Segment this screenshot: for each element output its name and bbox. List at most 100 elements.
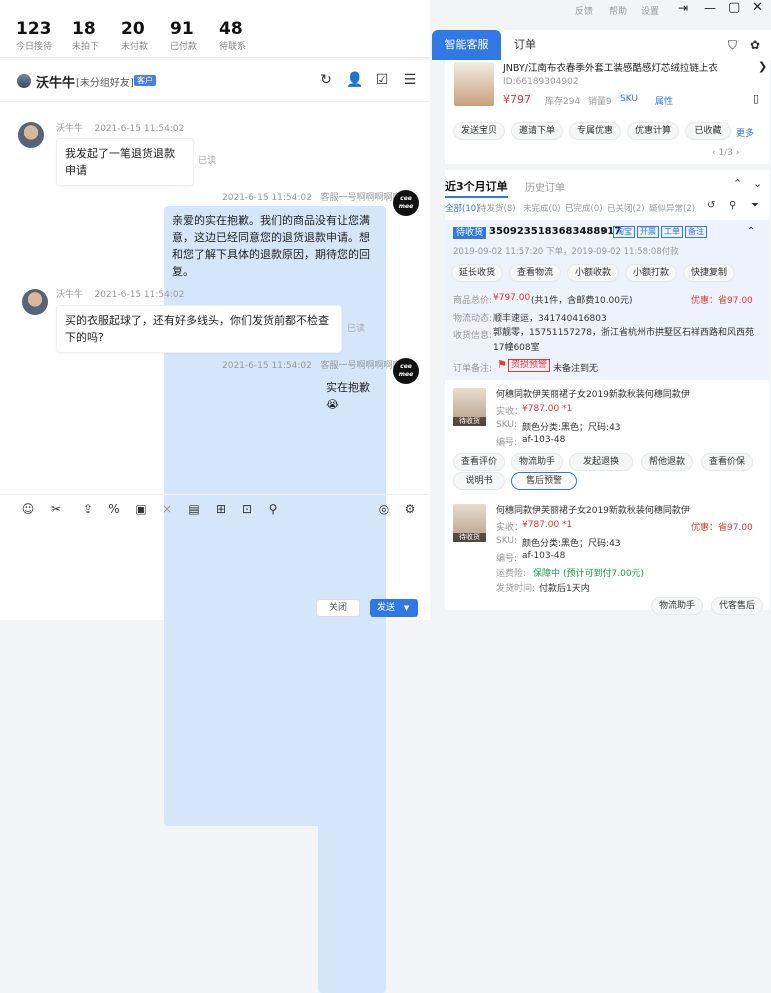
product-title[interactable]: JNBY/江南布衣春季外套工装感酷感灯芯绒拉链上衣 xyxy=(503,60,718,74)
scissors-icon[interactable]: ✂ xyxy=(48,501,64,517)
mobile-icon[interactable]: ▯ xyxy=(753,92,759,105)
filter-complete[interactable]: 已完成(0) xyxy=(565,202,603,214)
shield-icon[interactable]: ⛉ xyxy=(728,38,737,53)
product-stock: 库存294 xyxy=(545,97,581,107)
stat-unordered[interactable]: 18 未拍下 xyxy=(72,20,99,52)
stat-unpaid[interactable]: 20 未付款 xyxy=(121,20,148,52)
pin-icon[interactable]: ⇥ xyxy=(678,1,688,15)
stat-label: 未拍下 xyxy=(72,42,100,52)
quick-reply-icon[interactable]: ▤ xyxy=(186,501,202,517)
product-price: ¥797 xyxy=(503,93,531,106)
image-icon[interactable]: ▣ xyxy=(133,501,149,517)
tag-ticket: 工单 xyxy=(661,226,683,238)
chevron-down-icon[interactable]: ▼ xyxy=(404,604,409,612)
item-price: ¥787.00 *1 xyxy=(522,404,573,414)
product-image[interactable] xyxy=(454,62,494,106)
read-status: 已读 xyxy=(347,324,366,334)
item-sku-label: SKU: xyxy=(496,420,517,430)
agent-after-sale-button[interactable]: 代客售后 xyxy=(711,597,763,615)
filter-incomplete[interactable]: 未完成(0) xyxy=(523,202,561,214)
address-value[interactable]: 郭靓零，15751157278，浙江省杭州市拱墅区石祥西路和风西苑17幢608室 xyxy=(493,326,757,356)
tab-recent-orders[interactable]: 近3个月订单 xyxy=(445,178,508,198)
logistics-value[interactable]: 顺丰速运，341740416803 xyxy=(493,311,607,324)
order-status-badge: 待收货 xyxy=(453,227,487,239)
product-sales: 销量9 xyxy=(588,97,612,107)
message-bubble: 实在抱歉😭 xyxy=(318,373,386,993)
filter-closed[interactable]: 已关闭(2) xyxy=(607,202,645,214)
help-link[interactable]: 帮助 xyxy=(609,4,627,17)
item-image[interactable]: 待收货 xyxy=(453,504,486,542)
logistics-helper-button[interactable]: 物流助手 xyxy=(651,597,703,615)
close-button[interactable]: 关闭 xyxy=(316,599,360,617)
product-card: JNBY/江南布衣春季外套工装感酷感灯芯绒拉链上衣 ❯ ID:661893049… xyxy=(445,60,769,164)
stat-paid[interactable]: 91 已付款 xyxy=(170,20,197,52)
maximize-icon[interactable]: ▢ xyxy=(728,0,740,15)
history-icon[interactable]: ↻ xyxy=(318,72,334,88)
tab-history-orders[interactable]: 历史订单 xyxy=(525,179,565,194)
settings-link[interactable]: 设置 xyxy=(641,4,659,17)
gift-icon[interactable]: ⊡ xyxy=(239,501,255,517)
compass-icon[interactable]: ◎ xyxy=(376,501,392,517)
search-user-icon[interactable]: ⚲ xyxy=(265,501,281,517)
send-button[interactable]: 发送 ▼ xyxy=(370,599,418,617)
view-review-button[interactable]: 查看评价 xyxy=(453,453,505,471)
search-icon[interactable]: ⚲ xyxy=(729,200,736,211)
item-name[interactable]: 何穗同款伊芙丽裙子女2019新款秋装何穗同款伊 xyxy=(496,387,690,400)
attr-dropdown[interactable]: 属性 xyxy=(655,94,673,107)
initiate-return-button[interactable]: 发起退换 xyxy=(569,453,633,471)
add-icon[interactable]: ⊞ xyxy=(213,501,229,517)
extend-receipt-button[interactable]: 延长收货 xyxy=(451,264,503,282)
copy-icon[interactable]: ⧉ xyxy=(601,226,607,236)
user-icon[interactable]: 👤 xyxy=(346,72,363,88)
small-pay-button[interactable]: 小额打款 xyxy=(625,264,677,282)
item-no-label: 编号: xyxy=(496,438,518,448)
send-product-button[interactable]: 发送宝贝 xyxy=(453,122,505,140)
expand-icon[interactable]: ⌄ xyxy=(753,177,762,190)
tab-orders[interactable]: 订单 xyxy=(514,30,536,60)
invite-order-button[interactable]: 邀请下单 xyxy=(511,122,563,140)
coupon-icon[interactable]: % xyxy=(106,501,122,517)
exclusive-discount-button[interactable]: 专属优惠 xyxy=(569,122,621,140)
refresh-icon[interactable]: ↺ xyxy=(707,200,715,211)
item-sku: 颜色分类:黑色；尺码:43 xyxy=(522,539,621,549)
discount-calc-button[interactable]: 优惠计算 xyxy=(627,122,679,140)
settings-icon[interactable]: ⚙ xyxy=(402,501,418,517)
price-protect-button[interactable]: 查看价保 xyxy=(701,453,753,471)
stat-num: 91 xyxy=(170,19,194,39)
close-small-icon[interactable]: × xyxy=(159,501,175,517)
upload-icon[interactable]: ⇪ xyxy=(80,501,96,517)
minimize-icon[interactable]: — xyxy=(704,1,716,15)
refund-button[interactable]: 帮他退款 xyxy=(641,453,693,471)
stats-bar: 123 今日接待 18 未拍下 20 未付款 91 已付款 48 待联系 xyxy=(0,0,430,58)
flag-icon: ⚑ xyxy=(497,358,507,371)
chevron-right-icon[interactable]: ❯ xyxy=(758,60,767,73)
feedback-link[interactable]: 反馈 xyxy=(575,4,593,17)
check-calendar-icon[interactable]: ☑ xyxy=(374,72,390,88)
item-image[interactable]: 待收货 xyxy=(453,388,486,426)
sku-dropdown[interactable]: SKU xyxy=(620,94,638,104)
stat-today[interactable]: 123 今日接待 xyxy=(16,20,52,52)
small-collect-button[interactable]: 小额收款 xyxy=(567,264,619,282)
logistics-helper-button[interactable]: 物流助手 xyxy=(511,453,563,471)
plugin-icon[interactable]: ✿ xyxy=(750,38,760,52)
quick-copy-button[interactable]: 快捷复制 xyxy=(683,264,735,282)
close-icon[interactable]: ✕ xyxy=(752,0,763,15)
filter-abnormal[interactable]: 疑似异常(2) xyxy=(649,202,695,214)
pager[interactable]: ‹ 1/3 › xyxy=(712,148,739,158)
filter-icon[interactable]: ⏷ xyxy=(751,200,759,211)
filter-pending-ship[interactable]: 待发货(8) xyxy=(478,202,516,214)
tab-smart-service[interactable]: 智能客服 xyxy=(432,30,501,60)
filter-all[interactable]: 全部(10) xyxy=(445,202,479,214)
favorited-button[interactable]: 已收藏 xyxy=(685,122,731,140)
after-sale-alert-button[interactable]: 售后预警 xyxy=(511,472,577,490)
stat-contact[interactable]: 48 待联系 xyxy=(219,20,246,52)
manual-button[interactable]: 说明书 xyxy=(453,472,505,490)
view-logistics-button[interactable]: 查看物流 xyxy=(509,264,561,282)
chevron-up-icon[interactable]: ⌃ xyxy=(747,226,755,237)
item-name[interactable]: 何穗同款伊芙丽裙子女2019新款秋装何穗同款伊 xyxy=(496,503,690,516)
collapse-icon[interactable]: ⌃ xyxy=(733,177,742,190)
menu-icon[interactable]: ☰ xyxy=(402,72,418,88)
emoji-icon[interactable]: ☺ xyxy=(20,501,36,517)
msg-meta: 沃牛牛 2021-6-15 11:54:02 xyxy=(56,290,185,300)
more-link[interactable]: 更多 xyxy=(736,126,754,139)
